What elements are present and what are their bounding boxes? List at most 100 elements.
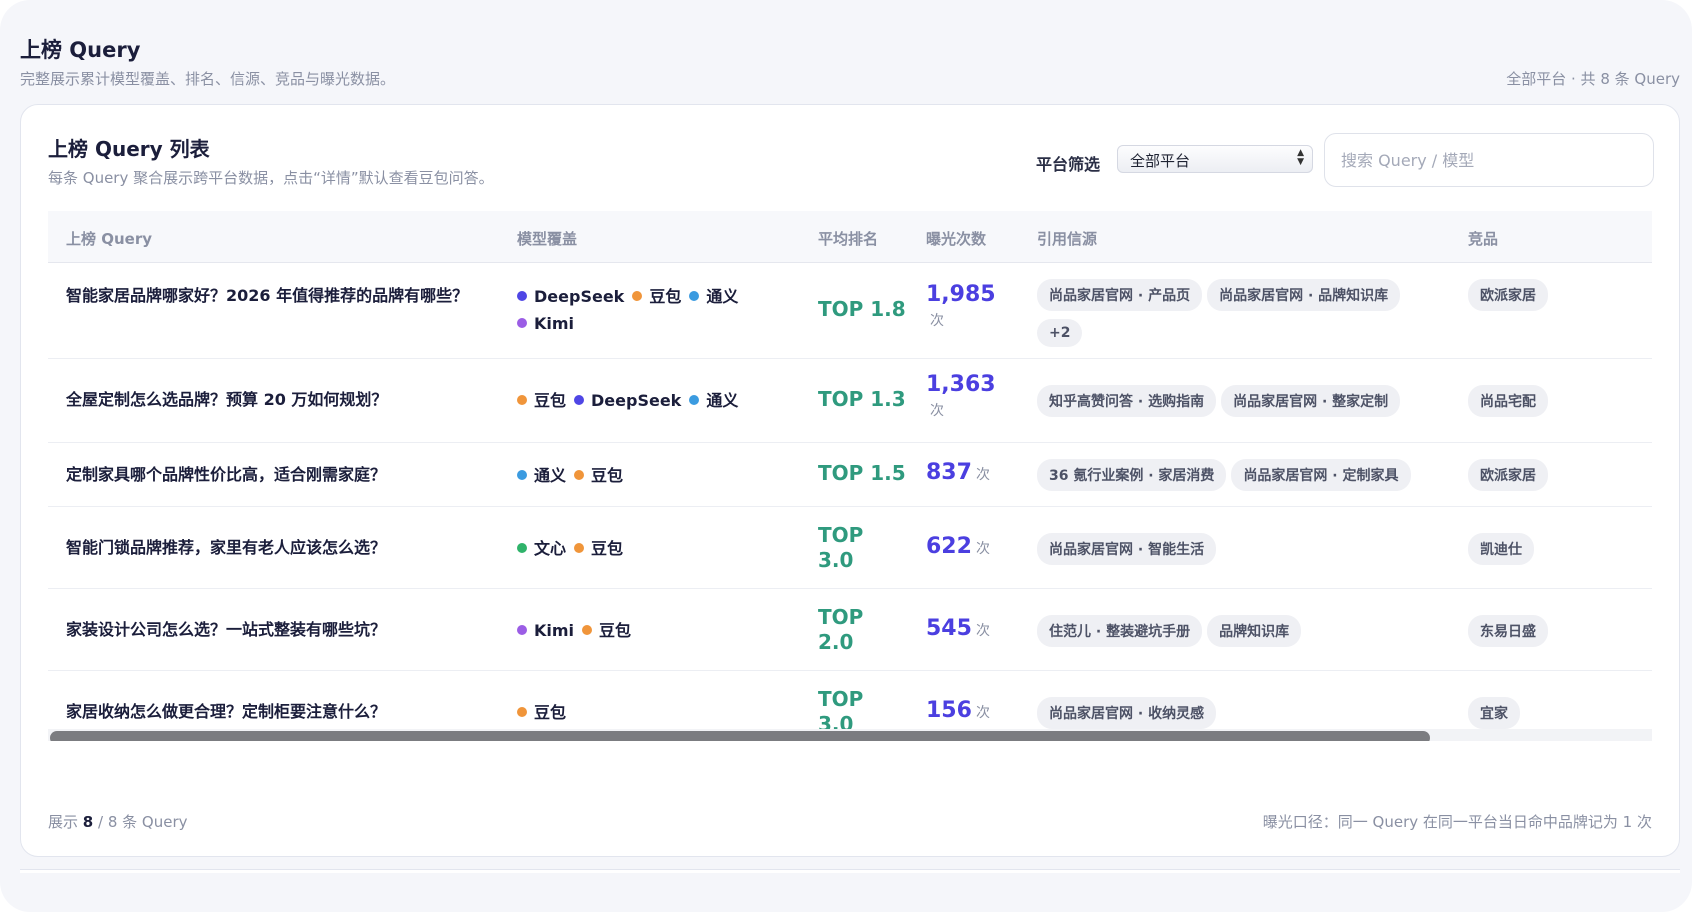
model-name: 通义 (534, 466, 567, 485)
model-chip: 通义 (517, 462, 566, 489)
average-rank: TOP 2.0 (818, 605, 864, 654)
model-chip: 文心 (517, 535, 566, 562)
competitor-tag[interactable]: 尚品宅配 (1468, 385, 1548, 417)
average-rank: TOP 3.0 (818, 523, 864, 572)
source-tag[interactable]: 尚品家居官网 · 智能生活 (1037, 533, 1217, 565)
model-name: Kimi (534, 621, 575, 640)
header-query[interactable]: 上榜 Query (66, 228, 152, 249)
model-name: 豆包 (591, 539, 624, 558)
header-rank[interactable]: 平均排名 (818, 228, 878, 249)
model-chip: 豆包 (632, 283, 681, 310)
source-tag[interactable]: 尚品家居官网 · 品牌知识库 (1207, 279, 1401, 311)
card-title: 上榜 Query 列表 (48, 137, 210, 161)
query-text: 家装设计公司怎么选？一站式整装有哪些坑？ (66, 620, 387, 639)
model-chip: 豆包 (574, 462, 623, 489)
citation-sources: 尚品家居官网 · 产品页 尚品家居官网 · 品牌知识库 +2 (1037, 279, 1447, 355)
model-chip: 豆包 (517, 387, 566, 414)
model-dot-icon (517, 291, 527, 301)
header-sources[interactable]: 引用信源 (1037, 228, 1097, 249)
exposure-value: 1,985 (926, 282, 996, 307)
table-row[interactable]: 全屋定制怎么选品牌？预算 20 万如何规划？ 豆包 DeepSeek 通义 TOP 1.… (48, 359, 1652, 443)
model-dot-icon (517, 707, 527, 717)
exposure-unit: 次 (930, 313, 944, 329)
model-name: DeepSeek (591, 391, 682, 410)
exposure-count: 545 次 (926, 617, 1036, 643)
exposure-note: 曝光口径：同一 Query 在同一平台当日命中品牌记为 1 次 (1262, 813, 1652, 831)
source-tag[interactable]: 36 氪行业案例 · 家居消费 (1037, 459, 1227, 491)
query-text: 智能门锁品牌推荐，家里有老人应该怎么选？ (66, 538, 387, 557)
model-dot-icon (689, 291, 700, 301)
citation-sources: 尚品家居官网 · 智能生活 (1037, 533, 1447, 573)
exposure-count: 837 次 (926, 461, 1036, 487)
table-row[interactable]: 智能家居品牌哪家好？2026 年值得推荐的品牌有哪些？ DeepSeek 豆包 通义 K… (48, 263, 1652, 359)
model-dot-icon (517, 318, 527, 328)
model-chip: Kimi (517, 310, 574, 337)
average-rank: TOP 1.8 (818, 297, 906, 321)
query-text: 全屋定制怎么选品牌？预算 20 万如何规划？ (66, 390, 388, 409)
exposure-unit: 次 (975, 623, 990, 639)
competitor-tag[interactable]: 凯迪仕 (1468, 533, 1534, 565)
header-exposure[interactable]: 曝光次数 (926, 228, 986, 249)
model-coverage: 文心 豆包 (517, 535, 777, 562)
source-tag[interactable]: 尚品家居官网 · 收纳灵感 (1037, 697, 1217, 729)
model-coverage: 通义 豆包 (517, 462, 777, 489)
page-subtitle: 完整展示累计模型覆盖、排名、信源、竞品与曝光数据。 (20, 70, 396, 88)
model-name: 通义 (706, 391, 739, 410)
platform-filter-select[interactable]: 全部平台 ▲ ▼ (1117, 145, 1313, 173)
model-dot-icon (517, 395, 527, 405)
model-name: 豆包 (649, 287, 682, 306)
source-tag[interactable]: 尚品家居官网 · 产品页 (1037, 279, 1203, 311)
page-background: 上榜 Query 完整展示累计模型覆盖、排名、信源、竞品与曝光数据。 全部平台 … (0, 0, 1692, 912)
model-name: 豆包 (591, 466, 624, 485)
horizontal-scrollbar-thumb[interactable] (50, 731, 1430, 741)
competitors: 凯迪仕 (1468, 533, 1539, 573)
exposure-count: 622 次 (926, 535, 1036, 561)
page-meta: 全部平台 · 共 8 条 Query (1506, 70, 1680, 88)
model-chip: 通义 (689, 387, 738, 414)
model-dot-icon (574, 395, 585, 405)
source-tag[interactable]: 住范儿 · 整装避坑手册 (1037, 615, 1203, 647)
model-name: DeepSeek (534, 287, 625, 306)
model-dot-icon (517, 543, 527, 553)
model-dot-icon (574, 543, 585, 553)
exposure-value: 545 (926, 616, 972, 641)
source-tag[interactable]: 尚品家居官网 · 整家定制 (1221, 385, 1401, 417)
average-rank: TOP 1.3 (818, 387, 906, 411)
model-name: 豆包 (534, 391, 567, 410)
source-tag[interactable]: 尚品家居官网 · 定制家具 (1231, 459, 1411, 491)
header-competitors[interactable]: 竞品 (1468, 228, 1498, 249)
table-row[interactable]: 定制家具哪个品牌性价比高，适合刚需家庭？ 通义 豆包 TOP 1.5 837 次 36 氪行… (48, 443, 1652, 507)
source-tag[interactable]: 知乎高赞问答 · 选购指南 (1037, 385, 1217, 417)
shown-prefix: 展示 (48, 813, 79, 831)
model-dot-icon (517, 470, 527, 480)
exposure-unit: 次 (975, 467, 990, 483)
competitor-tag[interactable]: 东易日盛 (1468, 615, 1548, 647)
header-models[interactable]: 模型覆盖 (517, 228, 577, 249)
shown-count: 展示 8 / 8 条 Query (48, 811, 188, 832)
exposure-unit: 次 (930, 403, 944, 419)
source-tag[interactable]: 品牌知识库 (1207, 615, 1302, 647)
competitor-tag[interactable]: 欧派家居 (1468, 279, 1548, 311)
more-sources-tag[interactable]: +2 (1037, 319, 1083, 347)
query-list-card: 上榜 Query 列表 每条 Query 聚合展示跨平台数据，点击“详情”默认查… (20, 104, 1680, 857)
model-chip: 豆包 (517, 699, 566, 726)
model-coverage: 豆包 DeepSeek 通义 (517, 387, 777, 414)
shown-number: 8 (82, 813, 94, 831)
exposure-value: 1,363 (926, 372, 996, 397)
citation-sources: 住范儿 · 整装避坑手册 品牌知识库 (1037, 615, 1447, 655)
model-dot-icon (582, 625, 593, 635)
exposure-value: 156 (926, 698, 972, 723)
table-header: 上榜 Query 模型覆盖 平均排名 曝光次数 引用信源 竞品 (48, 211, 1652, 263)
model-name: 豆包 (599, 621, 632, 640)
exposure-count: 156 次 (926, 699, 1036, 725)
exposure-unit: 次 (975, 541, 990, 557)
model-dot-icon (632, 291, 643, 301)
table-row[interactable]: 智能门锁品牌推荐，家里有老人应该怎么选？ 文心 豆包 TOP 3.0 622 次尚品家居官… (48, 507, 1652, 589)
competitor-tag[interactable]: 欧派家居 (1468, 459, 1548, 491)
model-name: 通义 (706, 287, 739, 306)
exposure-value: 837 (926, 460, 972, 485)
table-row[interactable]: 家装设计公司怎么选？一站式整装有哪些坑？ Kimi 豆包 TOP 2.0 545 次住范儿… (48, 589, 1652, 671)
competitor-tag[interactable]: 宜家 (1468, 697, 1520, 729)
shown-suffix: / 8 条 Query (98, 813, 188, 831)
search-input[interactable] (1324, 133, 1654, 187)
